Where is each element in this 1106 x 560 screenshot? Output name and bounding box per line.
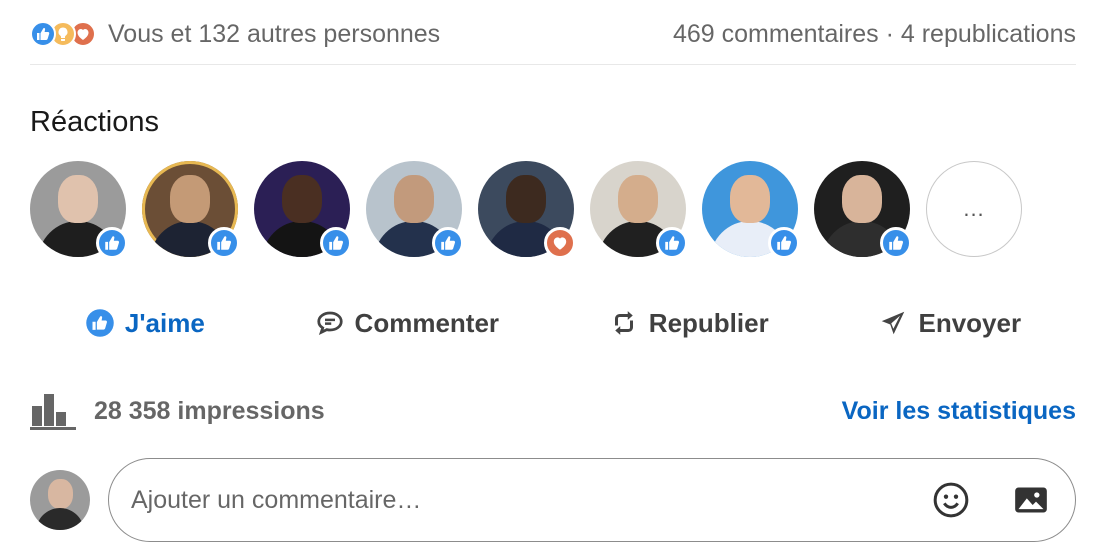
send-button[interactable]: Envoyer <box>864 300 1035 347</box>
reactor-avatar[interactable] <box>702 161 800 259</box>
reactions-count-text[interactable]: Vous et 132 autres personnes <box>108 20 440 49</box>
social-counts-bar: Vous et 132 autres personnes 469 comment… <box>30 14 1076 54</box>
like-icon <box>880 227 912 259</box>
comments-reposts-summary: 469 commentaires · 4 republications <box>673 20 1076 49</box>
comment-button[interactable]: Commenter <box>301 300 513 347</box>
comment-input[interactable] <box>131 485 893 515</box>
repost-button[interactable]: Republier <box>595 300 783 347</box>
reactor-avatar[interactable] <box>254 161 352 259</box>
reactor-avatar[interactable] <box>814 161 912 259</box>
comment-icon <box>316 311 343 336</box>
reaction-icon-stack <box>30 21 96 47</box>
like-icon <box>768 227 800 259</box>
reactors-avatar-row: ... <box>30 161 1022 259</box>
like-icon <box>208 227 240 259</box>
thumbs-up-icon <box>86 309 114 337</box>
like-icon <box>656 227 688 259</box>
like-icon <box>432 227 464 259</box>
post-action-bar: J'aime Commenter Republier Envoyer <box>30 292 1076 354</box>
impressions-summary: 28 358 impressions <box>30 392 325 430</box>
impressions-bar: 28 358 impressions Voir les statistiques <box>30 390 1076 432</box>
like-button[interactable]: J'aime <box>71 300 219 347</box>
bar-chart-icon <box>30 394 76 430</box>
current-user-avatar <box>30 470 90 530</box>
like-icon <box>30 21 56 47</box>
view-statistics-link[interactable]: Voir les statistiques <box>842 397 1076 426</box>
reactor-avatar[interactable] <box>142 161 240 259</box>
reactor-avatar[interactable] <box>590 161 688 259</box>
reactions-summary[interactable]: Vous et 132 autres personnes <box>30 20 440 49</box>
more-reactors-button[interactable]: ... <box>926 161 1022 257</box>
repost-icon <box>614 311 633 335</box>
like-button-label: J'aime <box>124 307 205 338</box>
reactor-avatar[interactable] <box>30 161 128 259</box>
reactor-avatar[interactable] <box>366 161 464 259</box>
impressions-count: 28 358 impressions <box>94 396 325 425</box>
reactor-avatar[interactable] <box>478 161 576 259</box>
reposts-count-link[interactable]: 4 republications <box>901 20 1076 49</box>
divider <box>30 64 1076 65</box>
comments-count-link[interactable]: 469 commentaires <box>673 20 879 49</box>
comment-composer <box>30 458 1076 542</box>
send-icon <box>882 311 905 335</box>
love-icon <box>544 227 576 259</box>
repost-button-label: Republier <box>648 307 769 338</box>
like-icon <box>96 227 128 259</box>
comment-button-label: Commenter <box>354 307 500 338</box>
reactions-heading: Réactions <box>30 106 159 138</box>
comment-input-box[interactable] <box>108 458 1076 542</box>
emoji-icon[interactable] <box>929 478 973 522</box>
send-button-label: Envoyer <box>918 307 1022 338</box>
image-icon[interactable] <box>1009 478 1053 522</box>
like-icon <box>320 227 352 259</box>
separator-dot: · <box>878 19 901 48</box>
